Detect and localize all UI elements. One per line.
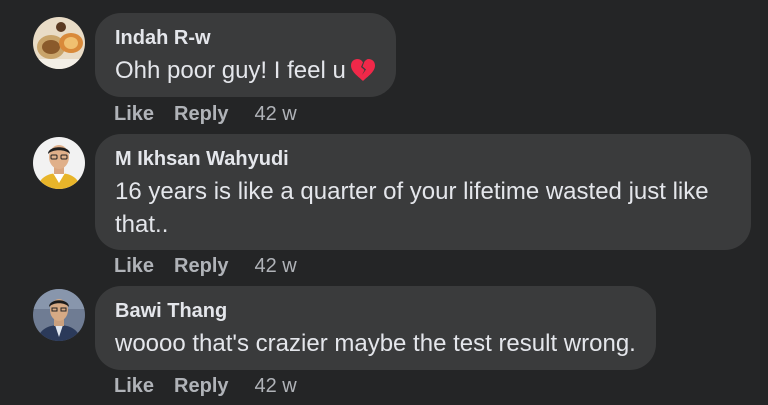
avatar[interactable] xyxy=(33,137,85,189)
comment-text: Ohh poor guy! I feel u xyxy=(115,54,376,91)
like-button[interactable]: Like xyxy=(114,255,154,277)
like-button[interactable]: Like xyxy=(114,103,154,125)
reply-button[interactable]: Reply xyxy=(174,255,228,277)
comment-actions: Like Reply 42 w xyxy=(114,254,297,278)
comment-timestamp[interactable]: 42 w xyxy=(255,375,297,397)
avatar[interactable] xyxy=(33,289,85,341)
comment-timestamp[interactable]: 42 w xyxy=(255,255,297,277)
comment-bubble: Indah R-w Ohh poor guy! I feel u xyxy=(95,13,396,97)
like-button[interactable]: Like xyxy=(114,375,154,397)
avatar[interactable] xyxy=(33,17,85,69)
reply-button[interactable]: Reply xyxy=(174,103,228,125)
comment-actions: Like Reply 42 w xyxy=(114,374,297,398)
comment-bubble: M Ikhsan Wahyudi 16 years is like a quar… xyxy=(95,134,751,250)
reply-button[interactable]: Reply xyxy=(174,375,228,397)
comment-author[interactable]: Indah R-w xyxy=(115,26,376,50)
comment-text: 16 years is like a quarter of your lifet… xyxy=(115,178,709,238)
comment-thread: Indah R-w Ohh poor guy! I feel u Like Rep… xyxy=(0,0,768,405)
comment-text: woooo that's crazier maybe the test resu… xyxy=(115,330,636,357)
comment-timestamp[interactable]: 42 w xyxy=(255,103,297,125)
comment-author[interactable]: Bawi Thang xyxy=(115,299,636,323)
comment-bubble: Bawi Thang woooo that's crazier maybe th… xyxy=(95,286,656,370)
broken-heart-icon xyxy=(350,58,376,91)
comment-actions: Like Reply 42 w xyxy=(114,102,297,126)
comment-author[interactable]: M Ikhsan Wahyudi xyxy=(115,147,731,171)
